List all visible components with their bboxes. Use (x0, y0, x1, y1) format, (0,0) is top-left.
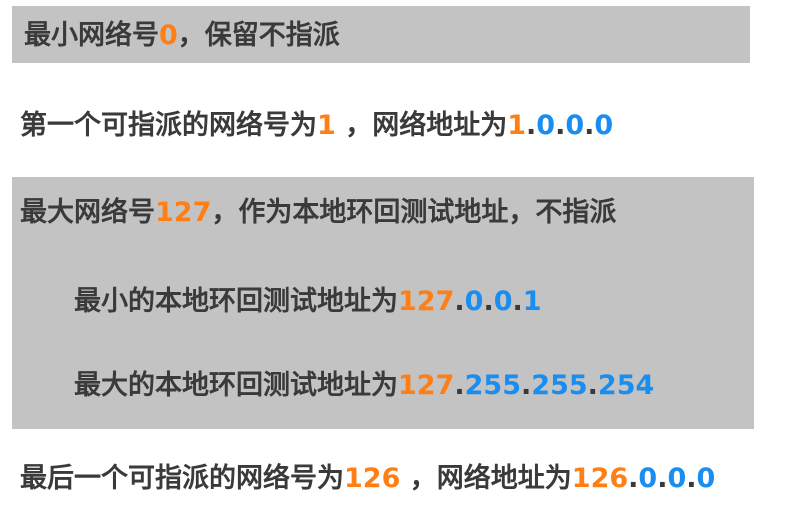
address-dot: . (657, 463, 668, 494)
address-dot: . (686, 463, 697, 494)
max-loopback-net: 127 (398, 370, 455, 401)
last-assignable-label: 最后一个可指派的网络号为 (20, 463, 344, 494)
first-assignable-number: 1 (317, 110, 336, 141)
address-octet: 0 (638, 463, 658, 494)
max-loopback-label: 最大的本地环回测试地址为 (74, 370, 398, 401)
address-dot: . (584, 110, 595, 141)
first-assignable-address-net: 1 (507, 110, 526, 141)
address-octet: 0 (493, 286, 513, 317)
min-network-line: 最小网络号0，保留不指派 (24, 18, 340, 54)
max-network-note: ，作为本地环回测试地址，不指派 (211, 197, 617, 228)
min-network-number: 0 (159, 20, 178, 51)
first-assignable-address-label: ，网络地址为 (335, 110, 508, 141)
address-dot: . (526, 110, 537, 141)
last-assignable-number: 126 (344, 463, 401, 494)
address-octet: 0 (667, 463, 687, 494)
address-octet: 0 (536, 110, 556, 141)
address-octet: 255 (464, 370, 522, 401)
last-assignable-line: 最后一个可指派的网络号为126 ，网络地址为126.0.0.0 (20, 461, 715, 497)
address-octet: 1 (522, 286, 542, 317)
min-loopback-label: 最小的本地环回测试地址为 (74, 286, 398, 317)
address-dot: . (454, 286, 465, 317)
min-network-note: ，保留不指派 (177, 20, 340, 51)
address-octet: 0 (464, 286, 484, 317)
address-octet: 254 (597, 370, 655, 401)
address-octet: 0 (594, 110, 614, 141)
address-octet: 255 (531, 370, 588, 401)
max-network-label: 最大网络号 (20, 197, 155, 228)
last-assignable-address-label: ，网络地址为 (400, 463, 572, 494)
first-assignable-label: 第一个可指派的网络号为 (20, 110, 317, 141)
address-dot: . (521, 370, 532, 401)
first-assignable-line: 第一个可指派的网络号为1 ，网络地址为1.0.0.0 (20, 108, 613, 144)
max-network-line: 最大网络号127，作为本地环回测试地址，不指派 (20, 195, 616, 231)
max-network-number: 127 (155, 197, 212, 228)
address-dot: . (555, 110, 566, 141)
address-octet: 0 (696, 463, 716, 494)
min-network-label: 最小网络号 (24, 20, 159, 51)
address-dot: . (512, 286, 523, 317)
address-dot: . (483, 286, 494, 317)
last-assignable-address-net: 126 (571, 463, 629, 494)
address-octet: 0 (565, 110, 585, 141)
address-dot: . (587, 370, 598, 401)
max-loopback-line: 最大的本地环回测试地址为127.255.255.254 (74, 368, 654, 404)
address-dot: . (628, 463, 639, 494)
min-loopback-net: 127 (398, 286, 455, 317)
address-dot: . (454, 370, 465, 401)
min-loopback-line: 最小的本地环回测试地址为127.0.0.1 (74, 284, 542, 320)
